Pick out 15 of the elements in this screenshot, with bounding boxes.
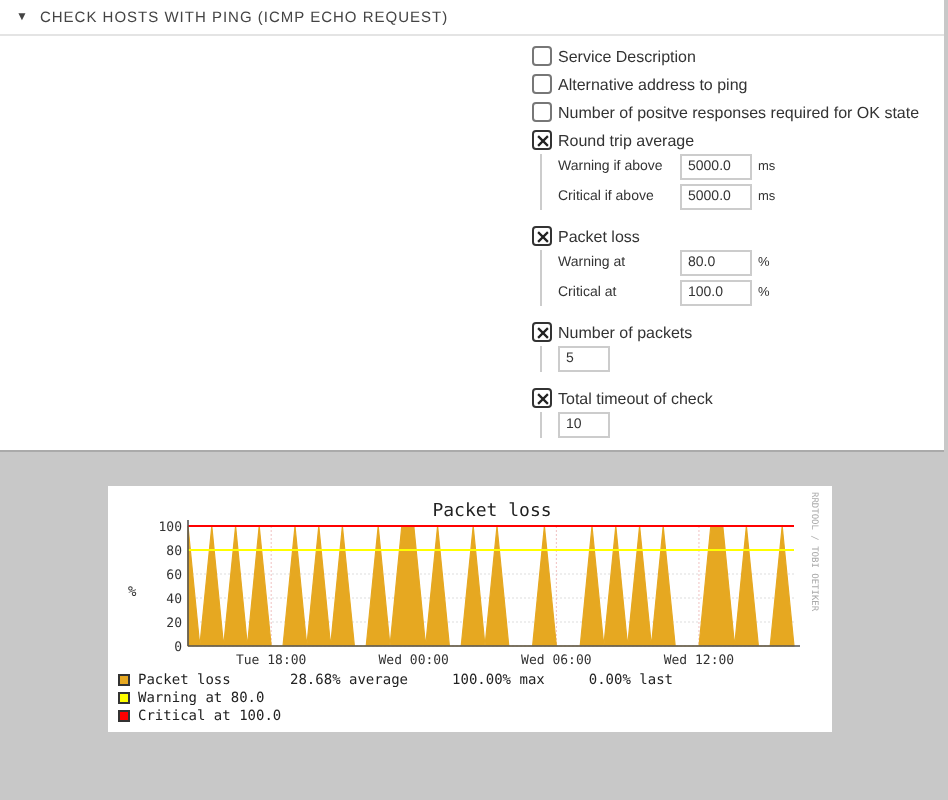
checkbox[interactable] xyxy=(532,322,552,342)
option-label: Service Description xyxy=(558,47,696,65)
checkbox[interactable] xyxy=(532,102,552,122)
option-label: Number of packets xyxy=(558,323,693,341)
chart-title: Packet loss xyxy=(432,502,552,522)
option-label: Alternative address to ping xyxy=(558,75,748,93)
option-label: Total timeout of check xyxy=(558,389,713,407)
option-label: Packet loss xyxy=(558,227,640,245)
option-label: Number of positve responses required for OK state xyxy=(558,103,920,121)
option-label: Round trip average xyxy=(558,131,695,149)
checkbox[interactable] xyxy=(532,46,552,66)
checkbox[interactable] xyxy=(532,130,552,150)
checkbox[interactable] xyxy=(532,226,552,246)
checkbox[interactable] xyxy=(532,74,552,94)
checkbox[interactable] xyxy=(532,388,552,408)
